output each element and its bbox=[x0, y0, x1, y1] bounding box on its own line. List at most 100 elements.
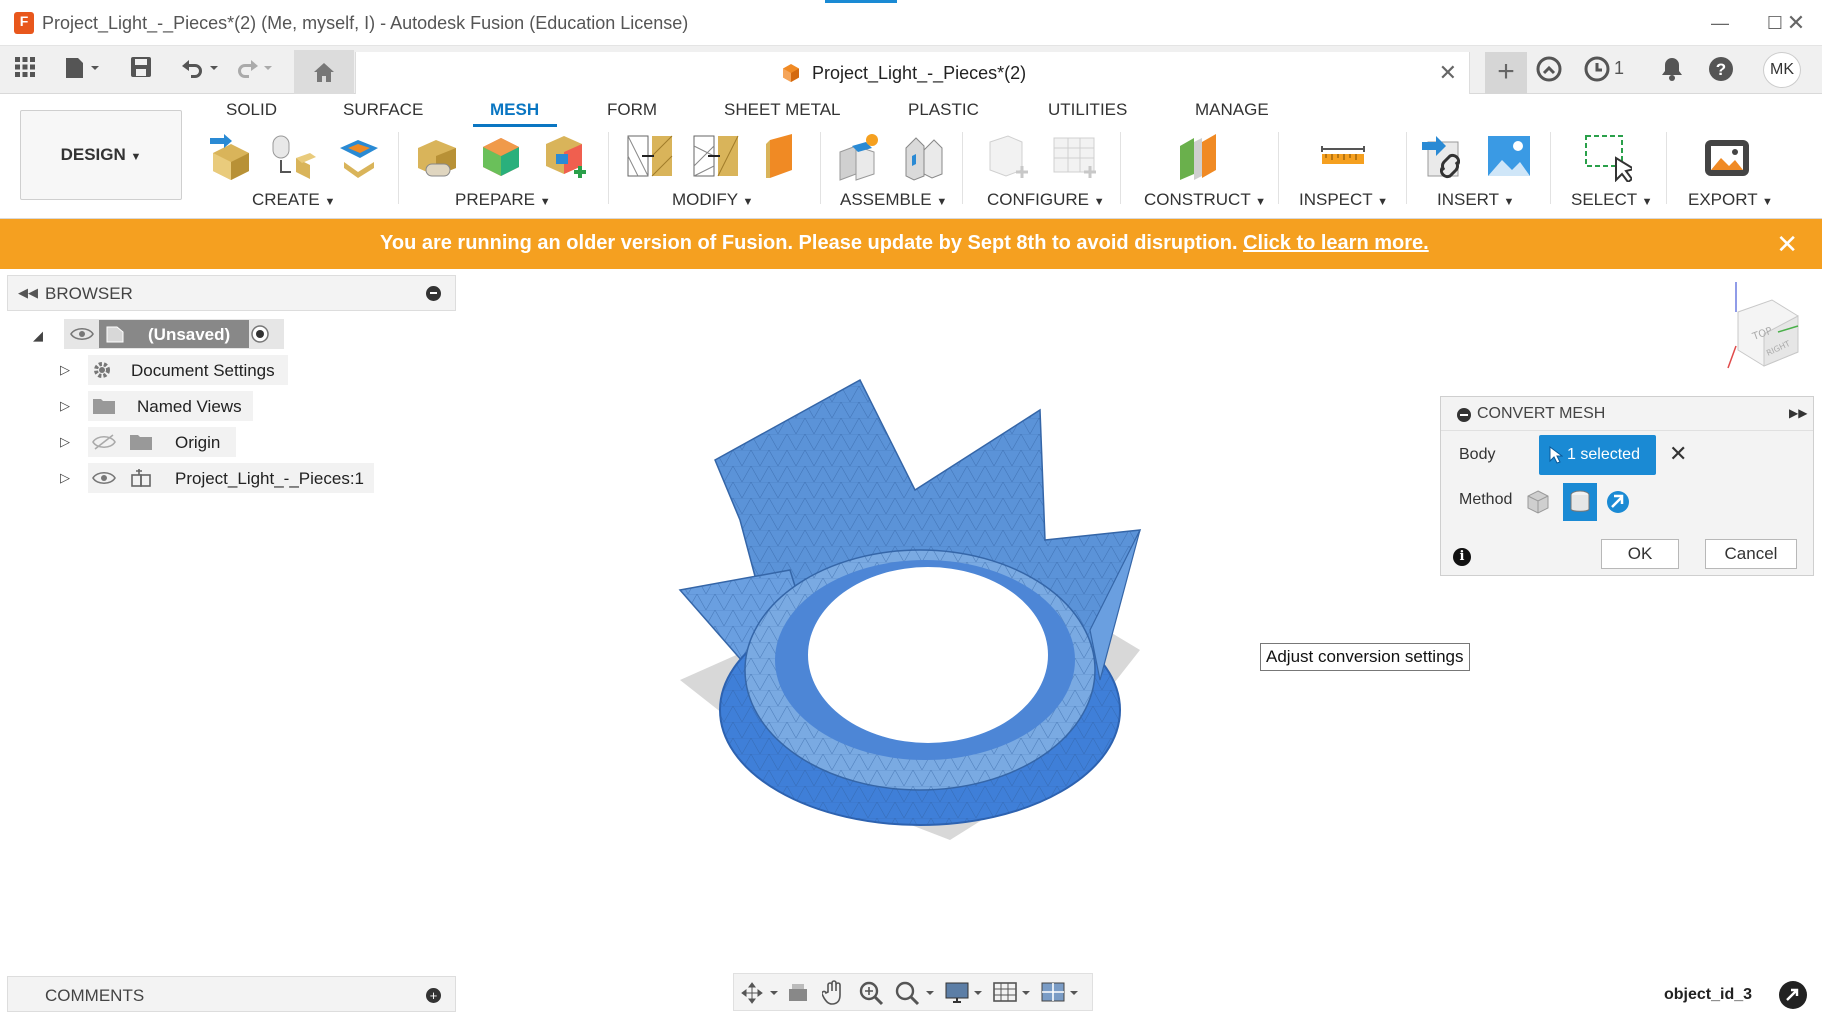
extensions-icon[interactable] bbox=[1536, 56, 1562, 88]
assemble-menu[interactable]: ASSEMBLE ▼ bbox=[840, 190, 947, 210]
insert-menu[interactable]: INSERT ▼ bbox=[1437, 190, 1514, 210]
learn-more-link[interactable]: Click to learn more. bbox=[1243, 232, 1429, 254]
expand-origin-icon[interactable]: ▷ bbox=[60, 434, 70, 450]
joint-icon[interactable] bbox=[898, 132, 948, 182]
repair-icon[interactable] bbox=[412, 132, 462, 182]
tree-item-component[interactable]: Project_Light_-_Pieces:1 bbox=[88, 463, 374, 493]
configure-label: CONFIGURE bbox=[987, 190, 1089, 209]
browser-pin-icon[interactable] bbox=[426, 286, 441, 301]
tree-item-named-views[interactable]: Named Views bbox=[88, 391, 253, 421]
configure-menu[interactable]: CONFIGURE ▼ bbox=[987, 190, 1105, 210]
export-icon[interactable] bbox=[1702, 132, 1752, 182]
chevron-down-icon: ▼ bbox=[1641, 196, 1653, 208]
eye-icon[interactable] bbox=[92, 470, 116, 486]
modify-menu[interactable]: MODIFY ▼ bbox=[672, 190, 753, 210]
collapse-panel-icon[interactable]: ◀◀ bbox=[18, 285, 38, 301]
tab-plastic[interactable]: PLASTIC bbox=[908, 100, 979, 120]
tab-surface[interactable]: SURFACE bbox=[343, 100, 423, 120]
job-status-icon[interactable] bbox=[1584, 56, 1610, 88]
dialog-collapse-icon[interactable] bbox=[1457, 408, 1471, 422]
orbit-icon[interactable] bbox=[740, 981, 782, 1005]
generate-face-groups-icon[interactable] bbox=[476, 132, 526, 182]
cancel-button[interactable]: Cancel bbox=[1705, 539, 1797, 569]
pan-hand-icon[interactable] bbox=[822, 980, 846, 1006]
dialog-expand-icon[interactable]: ▶▶ bbox=[1789, 406, 1807, 420]
tessellate-icon[interactable] bbox=[268, 132, 318, 182]
combine-face-groups-icon[interactable] bbox=[540, 132, 590, 182]
save-icon[interactable] bbox=[128, 56, 154, 84]
clear-selection-icon[interactable]: ✕ bbox=[1669, 441, 1687, 467]
body-selection-button[interactable]: 1 selected bbox=[1539, 435, 1656, 475]
undo-icon[interactable] bbox=[178, 56, 222, 84]
file-menu-icon[interactable] bbox=[62, 56, 104, 84]
insert-derive-icon[interactable] bbox=[1420, 132, 1470, 182]
export-menu[interactable]: EXPORT ▼ bbox=[1688, 190, 1773, 210]
method-faceted-button[interactable] bbox=[1521, 483, 1555, 521]
comments-panel-header[interactable]: COMMENTS + bbox=[7, 976, 456, 1012]
method-prismatic-button[interactable] bbox=[1563, 483, 1597, 521]
offset-plane-icon[interactable] bbox=[1174, 132, 1224, 182]
browser-panel-header[interactable]: ◀◀ BROWSER bbox=[7, 275, 456, 311]
select-label: SELECT bbox=[1571, 190, 1637, 209]
select-window-icon[interactable] bbox=[1582, 132, 1632, 182]
document-tab[interactable]: Project_Light_-_Pieces*(2) ✕ bbox=[355, 52, 1470, 94]
mesh-model-viewport[interactable] bbox=[670, 370, 1150, 850]
selection-count-text: 1 selected bbox=[1567, 446, 1640, 463]
construct-menu[interactable]: CONSTRUCT ▼ bbox=[1144, 190, 1266, 210]
method-organic-button[interactable] bbox=[1601, 483, 1635, 521]
tree-root[interactable]: (Unsaved) bbox=[64, 319, 284, 349]
feedback-icon[interactable] bbox=[1779, 981, 1807, 1009]
app-grid-icon[interactable] bbox=[12, 56, 38, 84]
tab-manage[interactable]: MANAGE bbox=[1195, 100, 1269, 120]
help-icon[interactable]: ? bbox=[1708, 56, 1734, 88]
info-icon[interactable]: i bbox=[1453, 548, 1471, 566]
eye-hidden-icon[interactable] bbox=[92, 434, 116, 450]
tree-item-origin[interactable]: Origin bbox=[88, 427, 236, 457]
select-menu[interactable]: SELECT ▼ bbox=[1571, 190, 1652, 210]
notifications-bell-icon[interactable] bbox=[1660, 56, 1684, 88]
eye-icon[interactable] bbox=[70, 326, 94, 342]
remesh-icon[interactable] bbox=[624, 132, 674, 182]
tab-sheet-metal[interactable]: SHEET METAL bbox=[724, 100, 841, 120]
workspace-switcher[interactable]: DESIGN ▼ bbox=[20, 110, 182, 200]
tab-solid[interactable]: SOLID bbox=[226, 100, 277, 120]
tree-item-document-settings[interactable]: Document Settings bbox=[88, 355, 288, 385]
inspect-menu[interactable]: INSPECT ▼ bbox=[1299, 190, 1388, 210]
tab-mesh[interactable]: MESH bbox=[490, 100, 539, 120]
close-tab-icon[interactable]: ✕ bbox=[1439, 60, 1457, 86]
expand-document-settings-icon[interactable]: ▷ bbox=[60, 362, 70, 378]
mesh-section-sketch-icon[interactable] bbox=[334, 132, 384, 182]
measure-icon[interactable] bbox=[1318, 132, 1368, 182]
export-label: EXPORT bbox=[1688, 190, 1758, 209]
prepare-menu[interactable]: PREPARE ▼ bbox=[455, 190, 551, 210]
insert-canvas-icon[interactable] bbox=[1484, 132, 1534, 182]
redo-icon[interactable] bbox=[232, 56, 276, 84]
look-at-icon[interactable] bbox=[786, 981, 810, 1005]
plane-cut-icon[interactable] bbox=[756, 132, 806, 182]
minimize-icon[interactable]: — bbox=[1700, 8, 1740, 38]
user-avatar[interactable]: MK bbox=[1763, 52, 1801, 88]
home-tab-icon[interactable] bbox=[294, 50, 354, 94]
expand-component-icon[interactable]: ▷ bbox=[60, 470, 70, 486]
tab-form[interactable]: FORM bbox=[607, 100, 657, 120]
body-label: Body bbox=[1459, 446, 1496, 463]
viewports-icon[interactable] bbox=[1040, 980, 1084, 1006]
zoom-icon[interactable] bbox=[858, 980, 884, 1006]
grid-settings-icon[interactable] bbox=[992, 980, 1036, 1006]
ok-button[interactable]: OK bbox=[1601, 539, 1679, 569]
display-settings-icon[interactable] bbox=[944, 980, 988, 1006]
create-menu[interactable]: CREATE ▼ bbox=[252, 190, 335, 210]
view-cube[interactable]: TOP RIGHT bbox=[1708, 272, 1808, 382]
new-tab-plus-icon[interactable]: + bbox=[1485, 52, 1527, 94]
tab-utilities[interactable]: UTILITIES bbox=[1048, 100, 1127, 120]
fit-zoom-icon[interactable] bbox=[894, 980, 938, 1006]
close-icon[interactable]: ✕ bbox=[1766, 8, 1822, 38]
active-radio-icon[interactable] bbox=[250, 324, 270, 344]
close-banner-icon[interactable]: ✕ bbox=[1776, 229, 1798, 260]
new-component-icon[interactable] bbox=[834, 132, 884, 182]
create-mesh-box-icon[interactable] bbox=[206, 132, 256, 182]
add-comment-icon[interactable]: + bbox=[426, 988, 441, 1003]
expand-named-views-icon[interactable]: ▷ bbox=[60, 398, 70, 414]
reduce-icon[interactable] bbox=[690, 132, 740, 182]
expand-root-icon[interactable]: ◢ bbox=[33, 328, 43, 344]
